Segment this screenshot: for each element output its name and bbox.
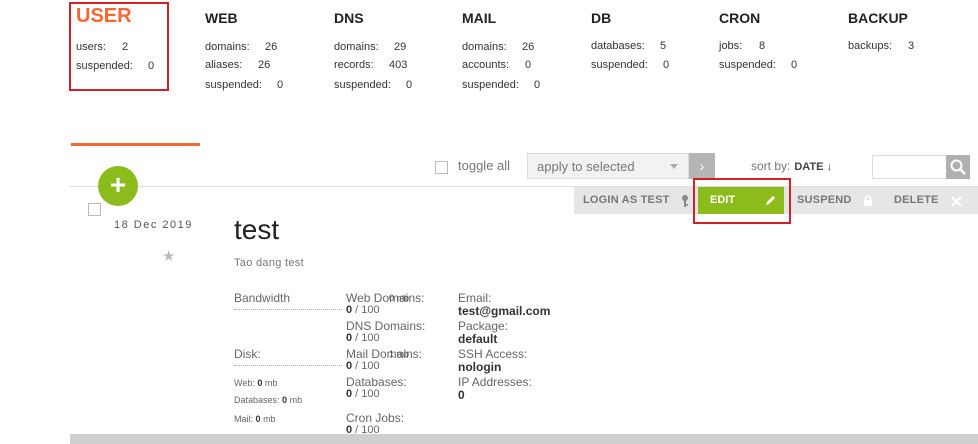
stat-dns-title[interactable]: DNS [334,10,364,26]
login-as-button[interactable]: LOGIN AS TEST [583,194,670,206]
email-label: Email: [458,291,492,305]
close-icon [951,196,962,207]
databases-label: Databases: [346,375,407,389]
stat-db-title[interactable]: DB [591,10,611,26]
stat-dns-records: records: 403 [334,59,408,71]
toggle-all-label[interactable]: toggle all [458,158,510,173]
key-icon [682,195,688,207]
stat-web-domains: domains: 26 [205,41,278,53]
disk-mail-usage: Mail: 0 mb [234,414,276,424]
sort-by-control[interactable]: sort by: DATE ↓ [751,159,832,173]
user-description: Tao dang test [234,257,304,269]
apply-go-button[interactable]: › [689,153,715,179]
ip-addresses-value: 0 [458,388,465,402]
email-value: test@gmail.com [458,304,551,318]
stat-mail-title[interactable]: MAIL [462,10,496,26]
stat-cron-title[interactable]: CRON [719,10,760,26]
search-icon [950,159,966,175]
lock-icon [864,195,872,206]
search-input[interactable] [872,155,948,179]
stat-dns-suspended: suspended: 0 [334,79,413,91]
cron-jobs-label: Cron Jobs: [346,411,405,425]
search-button[interactable] [946,155,970,179]
add-user-button[interactable]: + [98,166,138,206]
mail-domains-quota: 0 / 100 [346,360,380,372]
toggle-all-checkbox[interactable] [435,161,448,174]
highlight-box-user [69,2,169,91]
bulk-action-select-value: apply to selected [537,159,635,174]
package-value: default [458,332,498,346]
suspend-button[interactable]: SUSPEND [797,194,852,206]
web-domains-label: Web Domains: [346,291,425,305]
chevron-down-icon [670,164,678,169]
bandwidth-value: 0 mb [389,293,410,303]
ssh-access-label: SSH Access: [458,347,528,361]
stat-db-suspended: suspended: 0 [591,59,670,71]
mail-domains-label: Mail Domains: [346,347,423,361]
highlight-box-edit [693,178,791,224]
disk-web-usage: Web: 0 mb [234,378,278,388]
web-domains-quota: 0 / 100 [346,304,380,316]
disk-databases-usage: Databases: 0 mb [234,395,303,405]
bandwidth-label: Bandwidth [234,291,291,305]
stat-mail-domains: domains: 26 [462,41,535,53]
ip-addresses-label: IP Addresses: [458,375,532,389]
sort-by-field: DATE ↓ [794,161,833,173]
star-icon[interactable]: ★ [162,247,175,265]
stat-backup-backups: backups: 3 [848,40,915,52]
row-select-checkbox[interactable] [88,203,101,216]
user-name: test [234,214,280,245]
dns-domains-quota: 0 / 100 [346,332,380,344]
ssh-access-value: nologin [458,360,502,374]
active-tab-underline [71,143,200,146]
disk-label: Disk: [234,347,261,361]
stat-web-suspended: suspended: 0 [205,79,284,91]
disk-value: 1 mb [389,349,410,359]
stat-db-databases: databases: 5 [591,40,667,52]
disk-divider [234,365,342,366]
bulk-action-select[interactable]: apply to selected [527,153,689,179]
stat-web-title[interactable]: WEB [205,10,238,26]
dns-domains-label: DNS Domains: [346,319,426,333]
stat-backup-title[interactable]: BACKUP [848,10,908,26]
next-row-bar [70,434,978,444]
stat-mail-accounts: accounts: 0 [462,59,532,71]
stat-web-aliases: aliases: 26 [205,59,271,71]
stat-dns-domains: domains: 29 [334,41,407,53]
stat-mail-suspended: suspended: 0 [462,79,541,91]
package-label: Package: [458,319,509,333]
user-date: 18 Dec 2019 [114,219,193,231]
sort-by-label: sort by: [751,159,791,173]
stat-cron-suspended: suspended: 0 [719,59,798,71]
delete-button[interactable]: DELETE [894,194,939,206]
bandwidth-divider [234,309,342,310]
databases-quota: 0 / 100 [346,388,380,400]
stat-cron-jobs: jobs: 8 [719,40,766,52]
